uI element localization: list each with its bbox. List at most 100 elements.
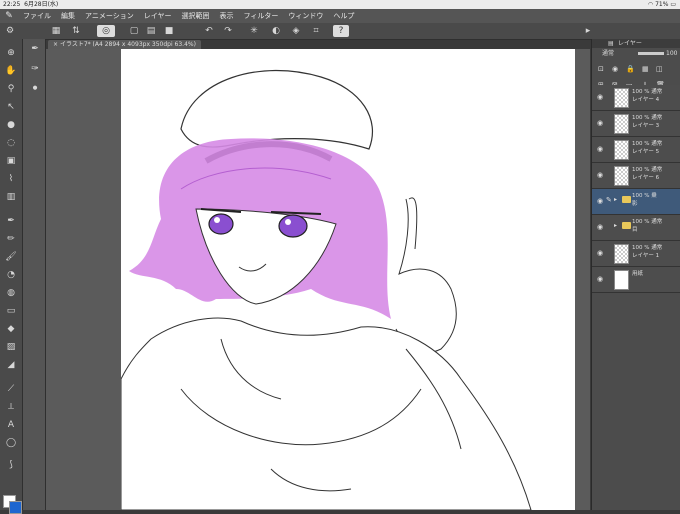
visibility-eye-icon[interactable]: ◉ (597, 119, 603, 127)
text-icon[interactable]: A (3, 417, 19, 433)
color-wheel-icon[interactable]: ● (3, 117, 19, 133)
layer-panel: ▤ レイヤー 通常 100 ⊡ ◉ 🔒 ▦ ◫ ⊞ ⊠ ▭ ⇓ 🗑 ◉ 100 … (591, 39, 680, 510)
airbrush-icon[interactable]: ◔ (3, 267, 19, 283)
hand-icon[interactable]: ✋ (3, 63, 19, 79)
help-icon[interactable]: ? (333, 25, 349, 37)
gradient-icon[interactable]: ▨ (3, 339, 19, 355)
menu-edit[interactable]: 編集 (56, 11, 80, 21)
eraser-icon[interactable]: ▭ (3, 303, 19, 319)
frame-icon[interactable]: ⟋ (3, 381, 19, 397)
crop-icon[interactable]: ⌗ (310, 25, 322, 37)
lock-icon[interactable]: 🔒 (626, 65, 635, 73)
visibility-eye-icon[interactable]: ◉ (597, 223, 603, 231)
layer-row-paper[interactable]: ◉ 用紙 (592, 267, 680, 293)
open-file-icon[interactable]: ▤ (145, 25, 157, 37)
canvas-paper[interactable] (121, 49, 575, 510)
close-palette-icon[interactable]: ▸ (582, 25, 594, 37)
visibility-eye-icon[interactable]: ◉ (597, 249, 603, 257)
layer-row[interactable]: ◉ 100 % 通常 レイヤー 6 (592, 163, 680, 189)
layer-opacity-mode: 100 % 通常 (632, 167, 663, 173)
balloon-icon[interactable]: ◯ (3, 435, 19, 451)
ruler-icon[interactable]: ⟂ (3, 399, 19, 415)
clear-icon[interactable]: ✳ (248, 25, 260, 37)
opacity-value[interactable]: 100 (666, 48, 677, 60)
save-icon[interactable]: ■ (163, 25, 175, 37)
operation-icon[interactable]: ↖ (3, 99, 19, 115)
date-text: 6月28日(水) (24, 1, 59, 8)
fill-icon[interactable]: ◐ (270, 25, 282, 37)
pen-icon[interactable]: ✒ (3, 213, 19, 229)
undo-icon[interactable]: ↶ (203, 25, 215, 37)
mask-icon[interactable]: ◫ (656, 65, 663, 73)
layer-name: 影 (632, 201, 638, 207)
blend-mode-select[interactable]: 通常 (602, 48, 614, 60)
subtool-marker-icon[interactable]: ✑ (27, 61, 43, 77)
tool-palette: ⊕ ✋ ⚲ ↖ ● ◌ ▣ ⌇ ▥ ✒ ✏ 🖌 ◔ ◍ ▭ ◆ ▨ ◢ ⟋ ⟂ … (0, 39, 23, 514)
magnifier-icon[interactable]: ⚲ (3, 81, 19, 97)
subtool-ink-icon[interactable]: ⚫ (27, 81, 43, 97)
visibility-eye-icon[interactable]: ◉ (597, 171, 603, 179)
menu-view[interactable]: 表示 (215, 11, 239, 21)
new-file-icon[interactable]: ▢ (128, 25, 140, 37)
zoom-icon[interactable]: ⊕ (3, 45, 19, 61)
eyedropper-icon[interactable]: ⌇ (3, 171, 19, 187)
visibility-eye-icon[interactable]: ◉ (597, 197, 603, 205)
layer-name: 目 (632, 227, 638, 233)
clip-icon[interactable]: ⊡ (598, 65, 604, 73)
reference-icon[interactable]: ◉ (612, 65, 618, 73)
brush-icon[interactable]: 🖌 (3, 249, 19, 265)
opacity-slider[interactable] (638, 52, 664, 55)
layer-name: レイヤー 1 (632, 253, 660, 259)
menu-animation[interactable]: アニメーション (80, 11, 139, 21)
layer-panel-tab[interactable]: ▤ レイヤー (592, 39, 680, 48)
color-history-icon[interactable]: ▥ (3, 189, 19, 205)
layer-row[interactable]: ◉ 100 % 通常 レイヤー 5 (592, 137, 680, 163)
pen-edit-icon: ✎ (606, 196, 612, 204)
document-tab[interactable]: × イラスト7* (A4 2894 x 4093px 350dpi 63.4%) (48, 40, 201, 49)
menu-window[interactable]: ウィンドウ (283, 11, 328, 21)
close-tab-icon[interactable]: × (53, 41, 58, 48)
layer-thumbnail (614, 88, 629, 108)
palette-settings-icon[interactable]: ⚙ (4, 25, 16, 37)
layer-opacity-mode: 100 % 通常 (632, 89, 663, 95)
visibility-eye-icon[interactable]: ◉ (597, 93, 603, 101)
figure-icon[interactable]: ◢ (3, 357, 19, 373)
layer-thumbnail (614, 244, 629, 264)
layer-row[interactable]: ◉ 100 % 通常 レイヤー 3 (592, 111, 680, 137)
layer-row[interactable]: ◉ 100 % 通常 レイヤー 1 (592, 241, 680, 267)
sub-color-swatch[interactable] (9, 501, 22, 514)
layer-thumbnail (614, 114, 629, 134)
folder-expand-icon[interactable]: ▸ (614, 222, 617, 229)
clip-studio-icon[interactable]: ◎ (97, 25, 115, 37)
layer-row-selected[interactable]: ◉ ✎ ▸ 100 % 乗影 (592, 189, 680, 215)
command-bar: ⚙ ▦ ⇅ ◎ ▢ ▤ ■ ↶ ↷ ✳ ◐ ◈ ⌗ ? ▸ (0, 23, 680, 40)
grid-icon[interactable]: ▦ (50, 25, 62, 37)
layer-row[interactable]: ◉ 100 % 通常 レイヤー 4 (592, 85, 680, 111)
lock-alpha-icon[interactable]: ▦ (642, 65, 649, 73)
menu-file[interactable]: ファイル (18, 11, 56, 21)
app-logo-icon[interactable]: ✎ (0, 11, 18, 21)
redo-icon[interactable]: ↷ (222, 25, 234, 37)
color-set-icon[interactable]: ▣ (3, 153, 19, 169)
visibility-eye-icon[interactable]: ◉ (597, 275, 603, 283)
scroll-icon[interactable]: ⇅ (70, 25, 82, 37)
visibility-eye-icon[interactable]: ◉ (597, 145, 603, 153)
correct-line-icon[interactable]: ⟆ (3, 457, 19, 473)
lasso-icon[interactable]: ◌ (3, 135, 19, 151)
battery-icon: ▭ (670, 1, 676, 8)
pencil-icon[interactable]: ✏ (3, 231, 19, 247)
layer-row[interactable]: ◉ ▸ 100 % 通常目 (592, 215, 680, 241)
menu-layer[interactable]: レイヤー (139, 11, 177, 21)
document-tab-title: イラスト7* (A4 2894 x 4093px 350dpi 63.4%) (59, 41, 196, 48)
menu-filter[interactable]: フィルター (239, 11, 284, 21)
folder-expand-icon[interactable]: ▸ (614, 196, 617, 203)
layer-thumbnail (614, 140, 629, 160)
menu-selection[interactable]: 選択範囲 (177, 11, 215, 21)
subtool-pen-icon[interactable]: ✒ (27, 41, 43, 57)
menu-help[interactable]: ヘルプ (328, 11, 359, 21)
layer-opacity-mode: 100 % 通常 (632, 115, 663, 121)
blend-icon[interactable]: ◍ (3, 285, 19, 301)
transform-icon[interactable]: ◈ (290, 25, 302, 37)
fill-tool-icon[interactable]: ◆ (3, 321, 19, 337)
layer-panel-tab-label: レイヤー (618, 40, 642, 47)
